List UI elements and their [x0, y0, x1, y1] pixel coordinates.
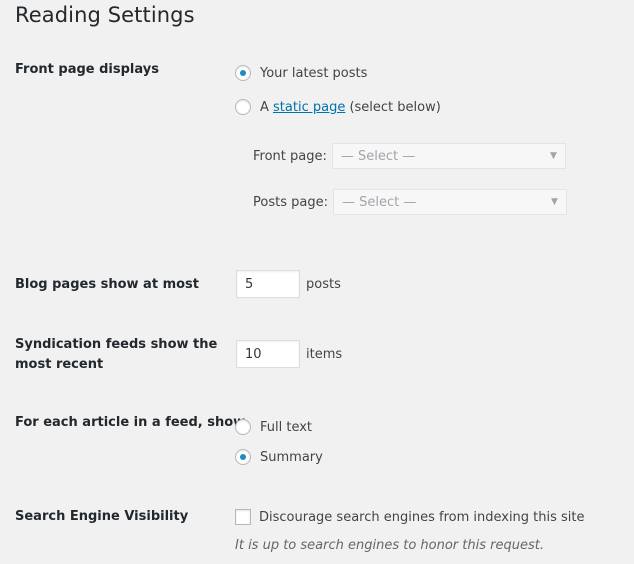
feed-article-label: For each article in a feed, show [15, 415, 246, 430]
radio-label: Summary [260, 449, 323, 465]
radio-label-suffix: (select below) [345, 99, 441, 115]
syndication-label: Syndication feeds show the most recent [15, 335, 217, 375]
page-title: Reading Settings [15, 3, 195, 27]
radio-label: Your latest posts [260, 65, 368, 81]
syndication-label-line1: Syndication feeds show the [15, 337, 218, 352]
radio-summary[interactable]: Summary [235, 449, 323, 465]
radio-dot-icon [240, 454, 246, 460]
checkbox-label: Discourage search engines from indexing … [259, 509, 585, 525]
discourage-search-row[interactable]: Discourage search engines from indexing … [235, 509, 585, 525]
select-value: — Select — [341, 194, 417, 210]
search-visibility-label: Search Engine Visibility [15, 509, 189, 524]
front-page-select-row: Front page: — Select — ▼ [253, 143, 566, 169]
discourage-search-checkbox[interactable] [235, 509, 251, 525]
radio-button[interactable] [235, 99, 251, 115]
front-page-select-label: Front page: [253, 148, 327, 164]
search-visibility-description: It is up to search engines to honor this… [235, 538, 544, 553]
front-page-select[interactable]: — Select — ▼ [331, 143, 566, 169]
radio-dot-icon [240, 70, 246, 76]
front-page-displays-label: Front page displays [15, 62, 159, 77]
radio-label: Full text [260, 419, 313, 435]
syndication-row: 10 items [236, 340, 342, 368]
items-unit: items [306, 346, 343, 362]
radio-latest-posts[interactable]: Your latest posts [235, 65, 367, 81]
posts-page-select[interactable]: — Select — ▼ [332, 189, 567, 215]
radio-button[interactable] [235, 419, 251, 435]
radio-static-page[interactable]: A static page (select below) [235, 99, 441, 115]
radio-button-checked[interactable] [235, 449, 251, 465]
posts-page-select-row: Posts page: — Select — ▼ [253, 189, 567, 215]
chevron-down-icon: ▼ [551, 197, 558, 207]
radio-button-checked[interactable] [235, 65, 251, 81]
select-value: — Select — [340, 148, 416, 164]
static-page-link[interactable]: static page [273, 100, 345, 115]
posts-page-select-label: Posts page: [253, 194, 328, 210]
posts-unit: posts [306, 276, 341, 292]
radio-label-prefix: A [260, 99, 274, 115]
syndication-label-line2: most recent [15, 357, 104, 372]
blog-pages-row: 5 posts [236, 270, 341, 298]
blog-pages-label: Blog pages show at most [15, 277, 199, 292]
feed-items-input[interactable]: 10 [236, 340, 300, 368]
chevron-down-icon: ▼ [549, 151, 557, 161]
radio-full-text[interactable]: Full text [235, 419, 312, 435]
posts-per-page-input[interactable]: 5 [236, 270, 300, 298]
